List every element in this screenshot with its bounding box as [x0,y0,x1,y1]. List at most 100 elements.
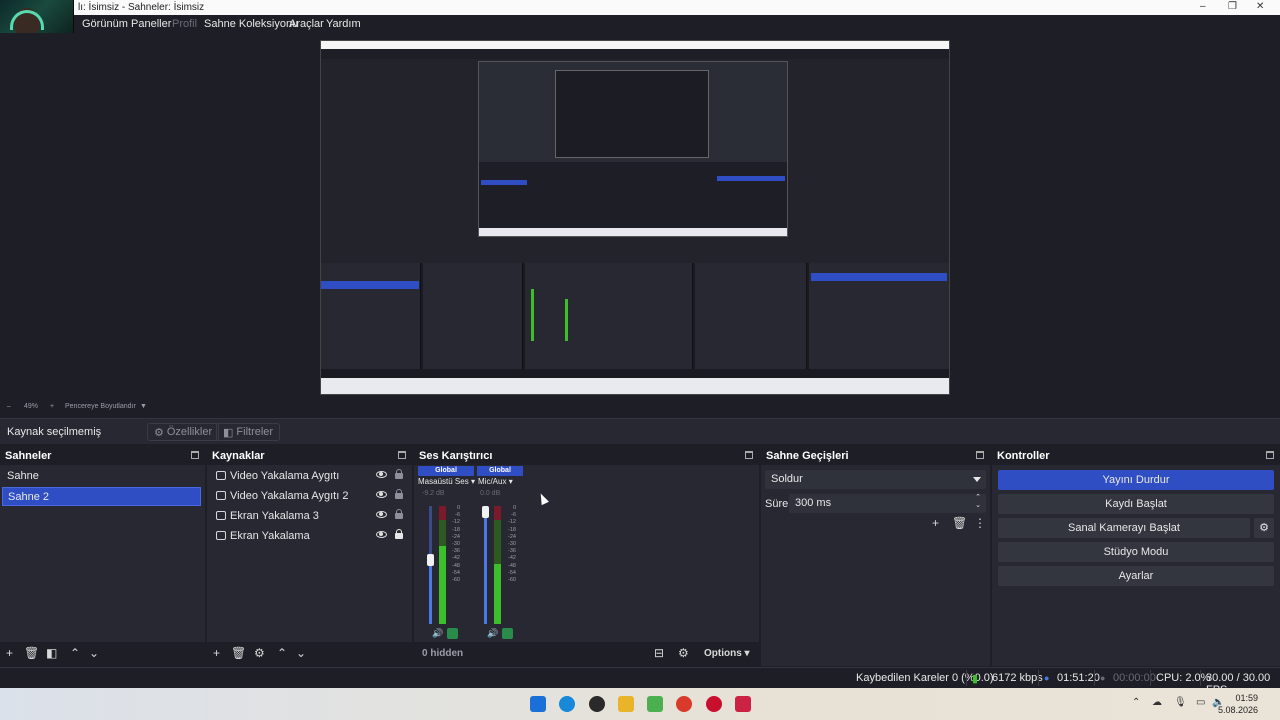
start-recording-button[interactable]: Kaydı Başlat [998,494,1274,514]
close-button[interactable]: ✕ [1256,1,1264,12]
move-up-button[interactable]: ⌃ [70,646,80,660]
gear-icon[interactable]: ⚙ [678,646,689,660]
meter-tick: -24 [452,533,460,540]
folder-icon[interactable] [618,696,634,712]
move-down-button[interactable]: ⌄ [89,646,99,660]
source-item[interactable]: Ekran Yakalama 3 [207,506,412,526]
studio-mode-button[interactable]: Stüdyo Modu [998,542,1274,562]
channel-header: Global [477,466,523,476]
source-item[interactable]: Video Yakalama Aygıtı 2 [207,486,412,506]
app-icon[interactable] [647,696,663,712]
camera-icon [216,491,226,500]
lock-icon[interactable] [395,469,403,479]
menu-gorunum[interactable]: Görünüm [82,18,128,30]
record-icon: ● [1100,673,1106,683]
volume-slider[interactable] [427,553,434,566]
headphones-icon [10,10,44,30]
meter-tick: -18 [452,526,460,533]
undock-icon[interactable] [976,451,984,459]
minimize-button[interactable]: – [1200,1,1206,12]
move-down-button[interactable]: ⌄ [296,646,306,660]
speaker-icon[interactable]: 🔊 [487,628,498,639]
headphones-icon[interactable] [502,628,513,639]
scenes-title: Sahneler [5,450,52,462]
menu-sahne-koleksiyonu[interactable]: Sahne Koleksiyonu [204,18,298,30]
duration-input[interactable]: 300 ms ⌃ ⌄ [789,494,986,513]
meter-tick: -12 [508,519,516,526]
mic-icon[interactable]: 🎙 [1174,697,1187,708]
chrome-icon[interactable] [676,696,692,712]
meter-tick: -60 [508,577,516,584]
filters-button[interactable]: ◧ Filtreler [216,423,281,441]
zoom-out-button[interactable]: – [7,403,11,410]
meter-tick: -60 [452,577,460,584]
add-source-button[interactable]: + [213,646,220,660]
source-item[interactable]: Video Yakalama Aygıtı [207,466,412,486]
volume-slider[interactable] [482,506,489,518]
layout-icon[interactable]: ⊟ [654,646,664,660]
eye-icon[interactable] [376,491,387,498]
menu-yardim[interactable]: Yardım [326,18,361,30]
program-preview[interactable] [320,40,950,395]
scale-mode[interactable]: Pencereye Boyutlandır [65,403,136,410]
eye-icon[interactable] [376,511,387,518]
network-icon[interactable]: ☁ [1152,697,1162,708]
undock-icon[interactable] [398,451,406,459]
trash-icon[interactable]: 🗑 [24,646,39,660]
obs-icon[interactable] [589,696,605,712]
move-up-button[interactable]: ⌃ [277,646,287,660]
eye-icon[interactable] [376,471,387,478]
undock-icon[interactable] [191,451,199,459]
chevron-down-icon: ▾ [508,477,513,486]
lock-icon[interactable] [395,529,403,539]
menu-araclar[interactable]: Araçlar [289,18,324,30]
clock[interactable]: 01:59 5.08.2026 [1218,692,1258,716]
app-icon[interactable] [735,696,751,712]
trash-icon[interactable]: 🗑 [231,646,246,660]
maximize-button[interactable]: ❐ [1228,1,1237,12]
stop-stream-button[interactable]: Yayını Durdur [998,470,1274,490]
gear-icon[interactable]: ⚙ [254,646,265,660]
filter-icon[interactable]: ◧ [46,646,57,660]
title-bar: lı: İsimsiz - Sahneler: İsimsiz – ❐ ✕ [0,0,1280,15]
stepper-icon[interactable]: ⌃ ⌄ [975,494,981,510]
menu-profil[interactable]: Profil [172,18,197,30]
scene-item[interactable]: Sahne [2,467,201,486]
undock-icon[interactable] [745,451,753,459]
undock-icon[interactable] [1266,451,1274,459]
add-transition-button[interactable]: + [932,516,939,530]
display-icon[interactable]: ▭ [1196,697,1205,708]
chevron-down-icon[interactable]: ▼ [140,403,147,410]
meter-tick: -18 [508,526,516,533]
channel-name[interactable]: Masaüstü Ses ▾ [418,477,478,489]
options-button[interactable]: Options ▾ [704,648,750,659]
controls-dock: Kontroller Yayını Durdur Kaydı Başlat Sa… [992,448,1280,666]
more-icon[interactable]: ⋮ [974,516,986,530]
speaker-icon[interactable]: 🔊 [432,628,443,639]
start-icon[interactable] [530,696,546,712]
properties-button[interactable]: ⚙ Özellikler [147,423,220,441]
zoom-in-button[interactable]: + [50,403,54,410]
lock-icon[interactable] [395,509,403,519]
add-scene-button[interactable]: + [6,646,13,660]
window-title: lı: İsimsiz - Sahneler: İsimsiz [78,2,205,13]
trash-icon[interactable]: 🗑 [952,516,967,530]
transition-select[interactable]: Soldur [765,470,986,489]
scene-item-selected[interactable]: Sahne 2 [2,487,201,506]
gear-icon[interactable]: ⚙ [1254,518,1274,538]
chevron-up-icon[interactable]: ⌃ [1132,697,1140,708]
start-virtual-camera-button[interactable]: Sanal Kamerayı Başlat [998,518,1250,538]
source-label: Ekran Yakalama [230,530,310,542]
headphones-icon[interactable] [447,628,458,639]
cpu-usage: CPU: 2.0% [1156,672,1211,684]
menu-paneller[interactable]: Paneller [131,18,171,30]
sources-title: Kaynaklar [212,450,265,462]
edge-icon[interactable] [559,696,575,712]
channel-name[interactable]: Mic/Aux ▾ [478,477,526,489]
meter-tick: -48 [508,562,516,569]
settings-button[interactable]: Ayarlar [998,566,1274,586]
source-item[interactable]: Ekran Yakalama [207,526,412,546]
app-icon[interactable] [706,696,722,712]
lock-icon[interactable] [395,489,403,499]
eye-icon[interactable] [376,531,387,538]
